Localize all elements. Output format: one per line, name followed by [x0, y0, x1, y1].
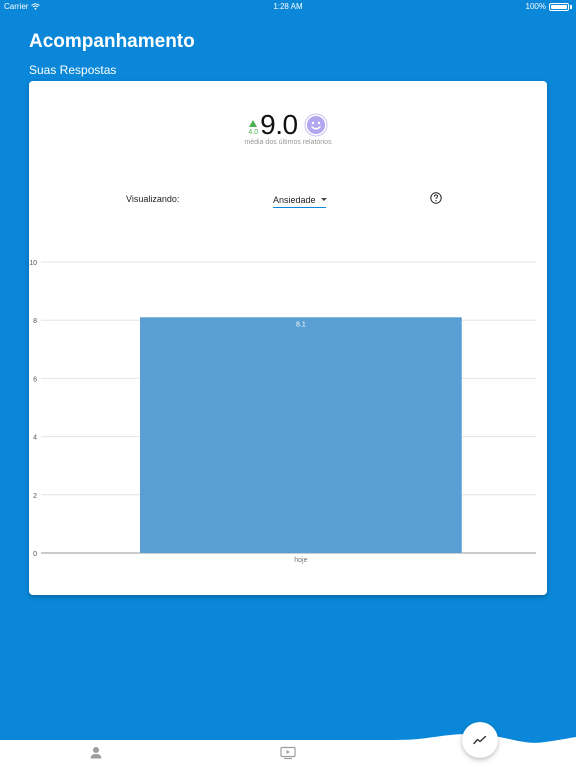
page-title: Acompanhamento [29, 31, 195, 52]
arrow-up-icon [249, 120, 258, 127]
metric-dropdown[interactable]: Ansiedade [273, 192, 327, 208]
delta-value: 4.0 [248, 129, 259, 136]
bar-chart: 0 2 4 6 8 10 8.1 hoje [29, 260, 536, 564]
bar [140, 317, 462, 553]
help-circle-icon[interactable] [430, 192, 442, 204]
y-tick-label: 0 [33, 551, 37, 558]
bar-data-label: 8.1 [296, 321, 306, 328]
score-caption: média dos últimos relatórios [244, 139, 332, 146]
battery-icon [549, 2, 569, 11]
smiley-face-icon [304, 113, 328, 137]
average-score: 9.0 [260, 109, 298, 140]
section-title: Suas Respostas [29, 63, 117, 77]
caret-down-icon [320, 198, 327, 201]
responses-card: 4.0 9.0 média dos últimos relatórios Vis… [29, 81, 547, 595]
y-tick-label: 8 [33, 318, 37, 325]
status-time: 1:28 AM [273, 2, 303, 11]
x-tick-label: hoje [294, 557, 307, 564]
trend-button[interactable] [462, 722, 498, 758]
score-summary: 4.0 9.0 [29, 109, 547, 141]
trend-line-icon [473, 735, 487, 745]
y-tick-label: 6 [33, 376, 37, 383]
dropdown-selected-value: Ansiedade [273, 194, 316, 205]
battery-percent: 100% [525, 2, 546, 11]
y-tick-label: 4 [33, 435, 37, 442]
video-icon[interactable] [280, 746, 296, 760]
y-tick-label: 10 [29, 260, 37, 267]
score-delta: 4.0 [248, 120, 258, 136]
person-icon[interactable] [87, 746, 105, 760]
status-bar: Carrier 1:28 AM 100% [0, 0, 576, 14]
y-tick-label: 2 [33, 493, 37, 500]
viewing-label: Visualizando: [126, 194, 180, 204]
